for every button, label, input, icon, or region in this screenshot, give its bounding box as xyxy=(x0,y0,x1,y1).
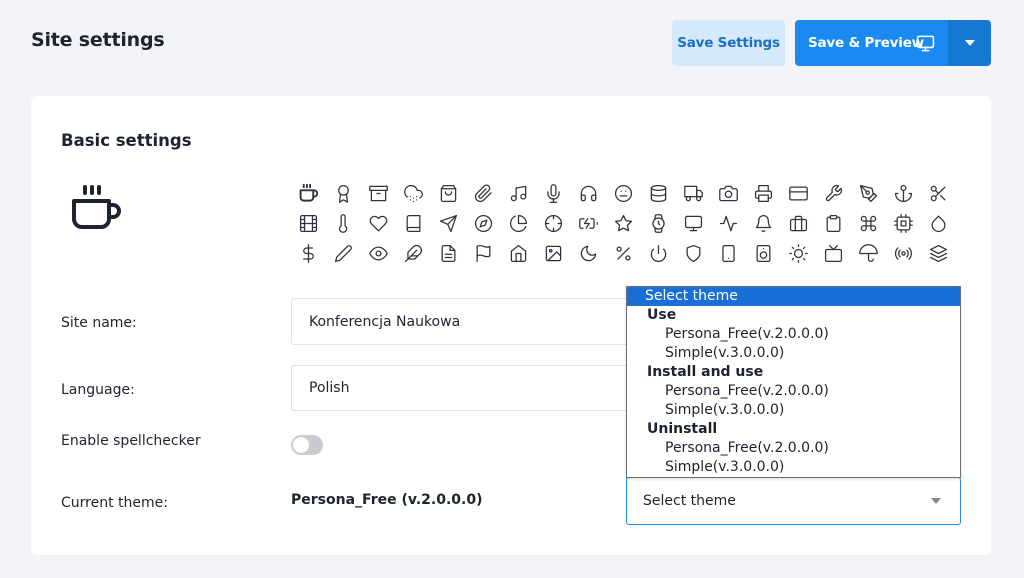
flag-icon[interactable] xyxy=(468,238,498,268)
clipboard-icon[interactable] xyxy=(818,208,848,238)
smile-icon[interactable] xyxy=(608,178,638,208)
caret-down-icon xyxy=(964,40,975,46)
credit-card-icon[interactable] xyxy=(783,178,813,208)
dropdown-option-selected[interactable]: Select theme xyxy=(627,287,960,306)
card-title: Basic settings xyxy=(61,131,192,150)
language-field[interactable]: Polish xyxy=(291,365,631,411)
icon-picker xyxy=(293,178,953,268)
shield-icon[interactable] xyxy=(678,238,708,268)
command-icon[interactable] xyxy=(853,208,883,238)
dropdown-group-use: Use xyxy=(647,307,677,323)
monitor-icon xyxy=(916,35,935,52)
dropdown-option[interactable]: Persona_Free(v.2.0.0.0) xyxy=(627,439,960,458)
send-icon[interactable] xyxy=(433,208,463,238)
dropdown-option[interactable]: Persona_Free(v.2.0.0.0) xyxy=(627,382,960,401)
sun-icon[interactable] xyxy=(783,238,813,268)
crosshair-icon[interactable] xyxy=(538,208,568,238)
spellchecker-toggle[interactable] xyxy=(291,435,323,455)
chevron-down-icon xyxy=(931,498,941,504)
monitor-icon[interactable] xyxy=(678,208,708,238)
watch-icon[interactable] xyxy=(643,208,673,238)
save-preview-button[interactable]: Save & Preview xyxy=(795,20,948,66)
activity-icon[interactable] xyxy=(713,208,743,238)
database-icon[interactable] xyxy=(643,178,673,208)
coffee-icon xyxy=(72,185,121,229)
droplet-icon[interactable] xyxy=(923,208,953,238)
percent-icon[interactable] xyxy=(608,238,638,268)
language-label: Language: xyxy=(61,382,135,398)
theme-dropdown-list: Select theme Use Persona_Free(v.2.0.0.0)… xyxy=(626,286,961,478)
theme-select[interactable]: Select theme xyxy=(626,477,961,525)
coffee-icon[interactable] xyxy=(293,178,323,208)
save-preview-label: Save & Preview xyxy=(808,35,924,51)
home-icon[interactable] xyxy=(503,238,533,268)
anchor-icon[interactable] xyxy=(888,178,918,208)
pie-chart-icon[interactable] xyxy=(503,208,533,238)
cloud-snow-icon[interactable] xyxy=(398,178,428,208)
headphones-icon[interactable] xyxy=(573,178,603,208)
award-icon[interactable] xyxy=(328,178,358,208)
scissors-icon[interactable] xyxy=(923,178,953,208)
pen-tool-icon[interactable] xyxy=(853,178,883,208)
page-title: Site settings xyxy=(31,29,165,51)
dropdown-group-uninstall: Uninstall xyxy=(647,421,718,437)
camera-icon[interactable] xyxy=(713,178,743,208)
truck-icon[interactable] xyxy=(678,178,708,208)
umbrella-icon[interactable] xyxy=(853,238,883,268)
theme-select-value: Select theme xyxy=(643,493,736,509)
book-icon[interactable] xyxy=(398,208,428,238)
current-theme-value: Persona_Free (v.2.0.0.0) xyxy=(291,492,483,508)
layers-icon[interactable] xyxy=(923,238,953,268)
paperclip-icon[interactable] xyxy=(468,178,498,208)
tablet-icon[interactable] xyxy=(713,238,743,268)
mic-icon[interactable] xyxy=(538,178,568,208)
toggle-knob xyxy=(293,437,309,453)
feather-icon[interactable] xyxy=(398,238,428,268)
compass-icon[interactable] xyxy=(468,208,498,238)
music-icon[interactable] xyxy=(503,178,533,208)
bell-icon[interactable] xyxy=(748,208,778,238)
archive-icon[interactable] xyxy=(363,178,393,208)
image-icon[interactable] xyxy=(538,238,568,268)
eye-icon[interactable] xyxy=(363,238,393,268)
thermometer-icon[interactable] xyxy=(328,208,358,238)
site-name-field[interactable]: Konferencja Naukowa xyxy=(291,298,631,345)
briefcase-icon[interactable] xyxy=(783,208,813,238)
dropdown-option[interactable]: Persona_Free(v.2.0.0.0) xyxy=(627,325,960,344)
moon-icon[interactable] xyxy=(573,238,603,268)
site-name-label: Site name: xyxy=(61,315,137,331)
power-icon[interactable] xyxy=(643,238,673,268)
dropdown-option[interactable]: Simple(v.3.0.0.0) xyxy=(627,401,960,420)
film-icon[interactable] xyxy=(293,208,323,238)
star-icon[interactable] xyxy=(608,208,638,238)
battery-charging-icon[interactable] xyxy=(573,208,603,238)
dropdown-group-install-and-use: Install and use xyxy=(647,364,764,380)
radio-icon[interactable] xyxy=(888,238,918,268)
save-options-dropdown-button[interactable] xyxy=(948,20,991,66)
dropdown-option[interactable]: Simple(v.3.0.0.0) xyxy=(627,344,960,363)
cpu-icon[interactable] xyxy=(888,208,918,238)
dollar-sign-icon[interactable] xyxy=(293,238,323,268)
edit-2-icon[interactable] xyxy=(328,238,358,268)
shopping-bag-icon[interactable] xyxy=(433,178,463,208)
current-theme-label: Current theme: xyxy=(61,495,168,511)
printer-icon[interactable] xyxy=(748,178,778,208)
spellchecker-label: Enable spellchecker xyxy=(61,433,201,449)
file-text-icon[interactable] xyxy=(433,238,463,268)
heart-icon[interactable] xyxy=(363,208,393,238)
speaker-icon[interactable] xyxy=(748,238,778,268)
tool-icon[interactable] xyxy=(818,178,848,208)
save-settings-button[interactable]: Save Settings xyxy=(672,20,785,66)
tv-icon[interactable] xyxy=(818,238,848,268)
dropdown-option[interactable]: Simple(v.3.0.0.0) xyxy=(627,458,960,477)
